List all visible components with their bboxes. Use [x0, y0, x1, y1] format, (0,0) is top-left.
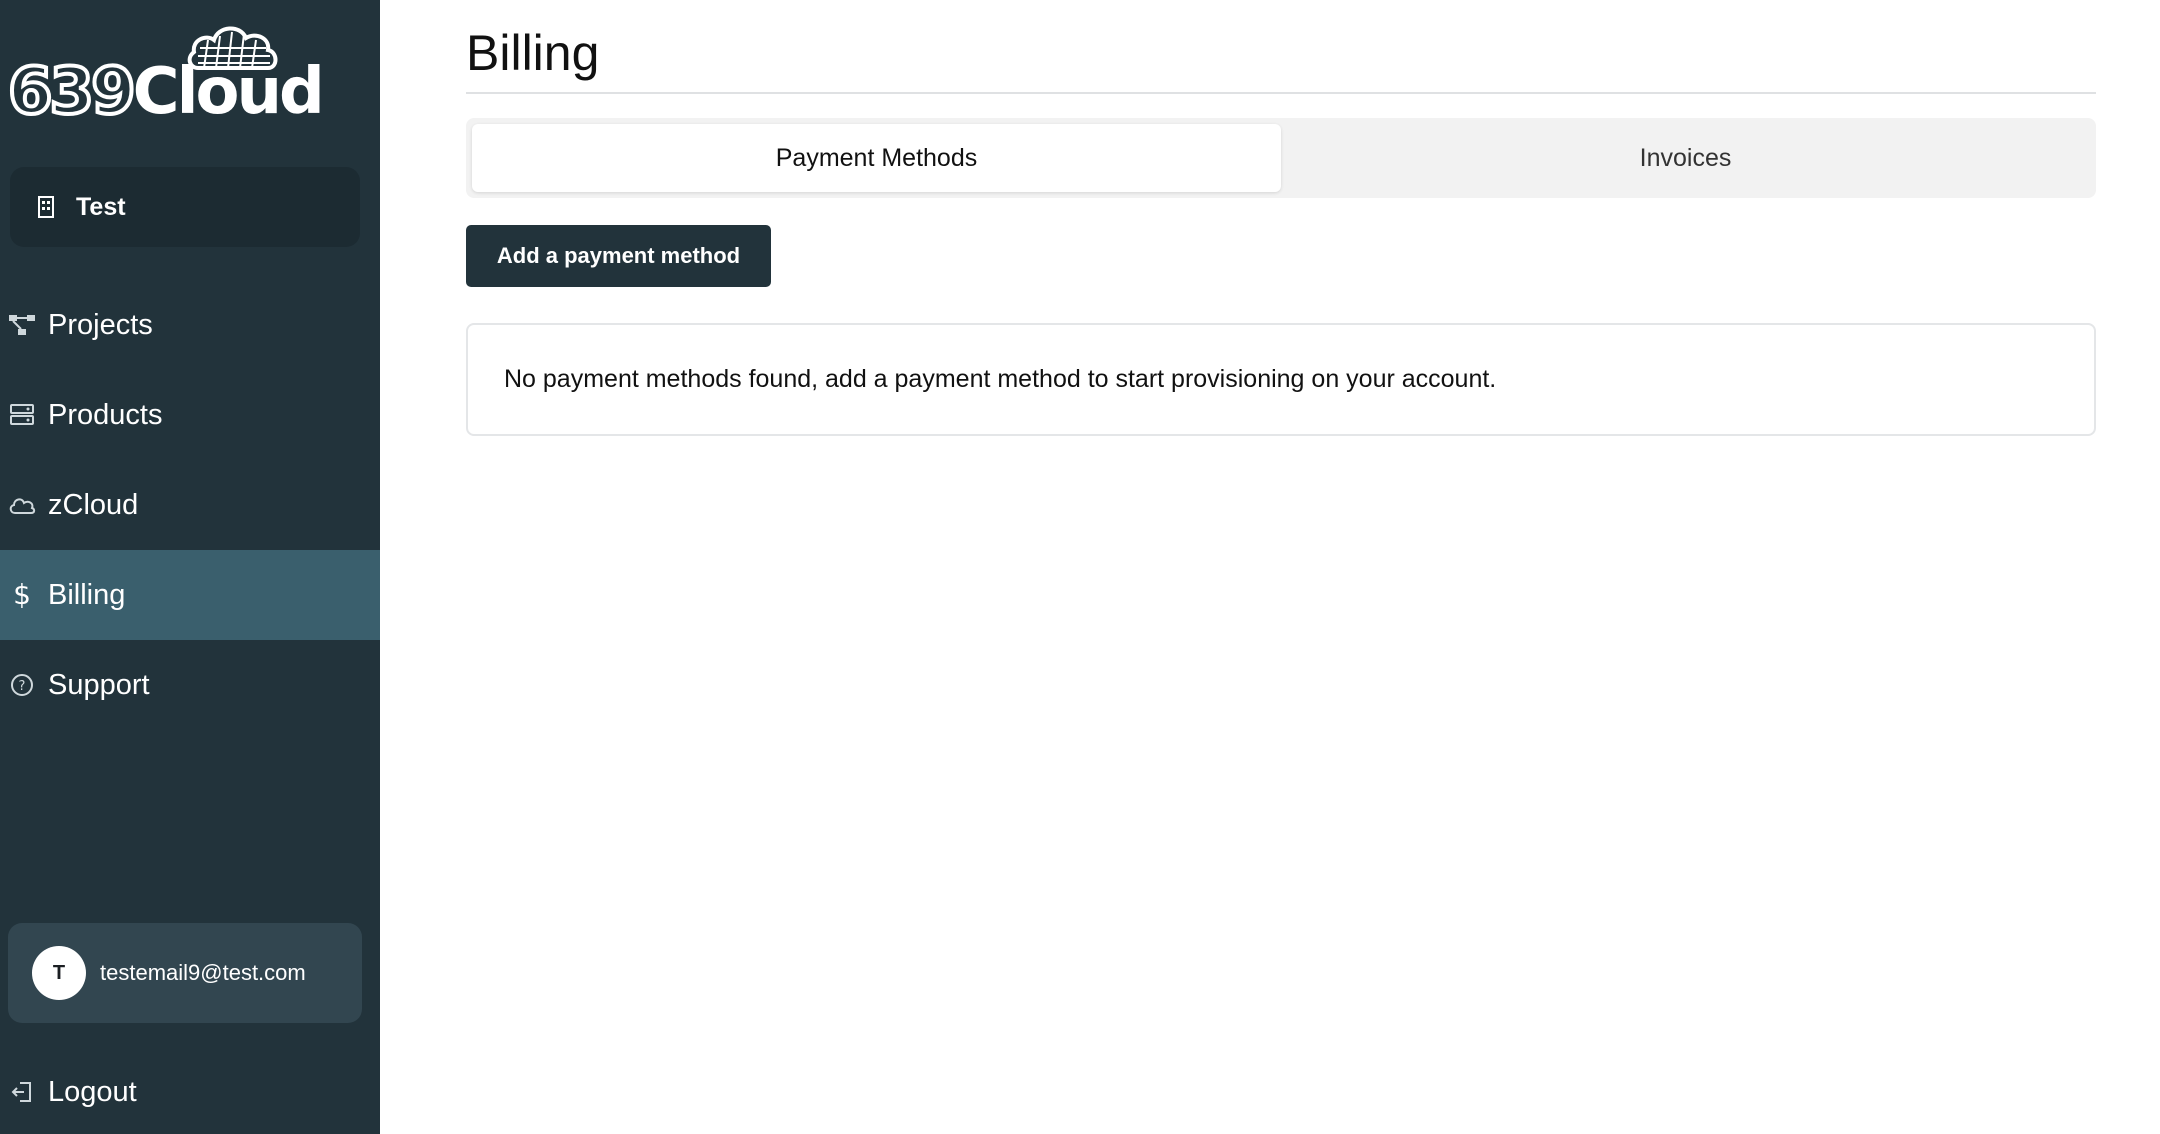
title-divider [466, 92, 2096, 94]
sidebar-item-projects[interactable]: Projects [0, 280, 380, 370]
billing-tabs: Payment Methods Invoices [466, 118, 2096, 198]
brand-wordmark: 639Cloud [6, 58, 325, 126]
logout-button[interactable]: Logout [0, 1068, 380, 1116]
sidebar-item-label: Products [48, 398, 163, 431]
user-account-card[interactable]: T testemail9@test.com [8, 923, 362, 1023]
building-icon [34, 194, 60, 220]
sidebar-item-products[interactable]: Products [0, 370, 380, 460]
app-root: 639Cloud Test Projects Products zCloud $… [0, 0, 2160, 1134]
user-email: testemail9@test.com [100, 960, 306, 985]
cloud-icon [8, 491, 36, 519]
sidebar-nav: Projects Products zCloud $ Billing ? Sup… [0, 280, 380, 730]
svg-text:$: $ [13, 580, 31, 610]
avatar: T [32, 946, 86, 1000]
sidebar-item-zcloud[interactable]: zCloud [0, 460, 380, 550]
server-icon [8, 401, 36, 429]
logout-label: Logout [48, 1075, 137, 1108]
brand-digits: 639 [6, 55, 138, 129]
org-selector[interactable]: Test [10, 167, 360, 247]
brand-word: Cloud [132, 55, 325, 129]
sidebar-item-label: zCloud [48, 488, 139, 521]
page-title: Billing [466, 25, 600, 81]
empty-state-message: No payment methods found, add a payment … [504, 365, 1497, 393]
sidebar-item-label: Projects [48, 308, 153, 341]
org-name: Test [76, 192, 126, 221]
empty-state-card: No payment methods found, add a payment … [466, 323, 2096, 436]
sidebar: 639Cloud Test Projects Products zCloud $… [0, 0, 380, 1134]
logout-icon [8, 1078, 36, 1106]
brand-logo[interactable]: 639Cloud [6, 18, 325, 126]
question-circle-icon: ? [8, 671, 36, 699]
sidebar-item-support[interactable]: ? Support [0, 640, 380, 730]
sidebar-item-label: Billing [48, 578, 126, 611]
main-content: Billing Payment Methods Invoices Add a p… [380, 0, 2160, 1134]
add-payment-method-button[interactable]: Add a payment method [466, 225, 771, 287]
svg-text:?: ? [19, 679, 26, 694]
tab-payment-methods[interactable]: Payment Methods [472, 124, 1281, 192]
sidebar-item-label: Support [48, 668, 150, 701]
dollar-icon: $ [8, 580, 36, 610]
tab-invoices[interactable]: Invoices [1281, 124, 2090, 192]
sidebar-item-billing[interactable]: $ Billing [0, 550, 380, 640]
project-diagram-icon [8, 311, 36, 339]
